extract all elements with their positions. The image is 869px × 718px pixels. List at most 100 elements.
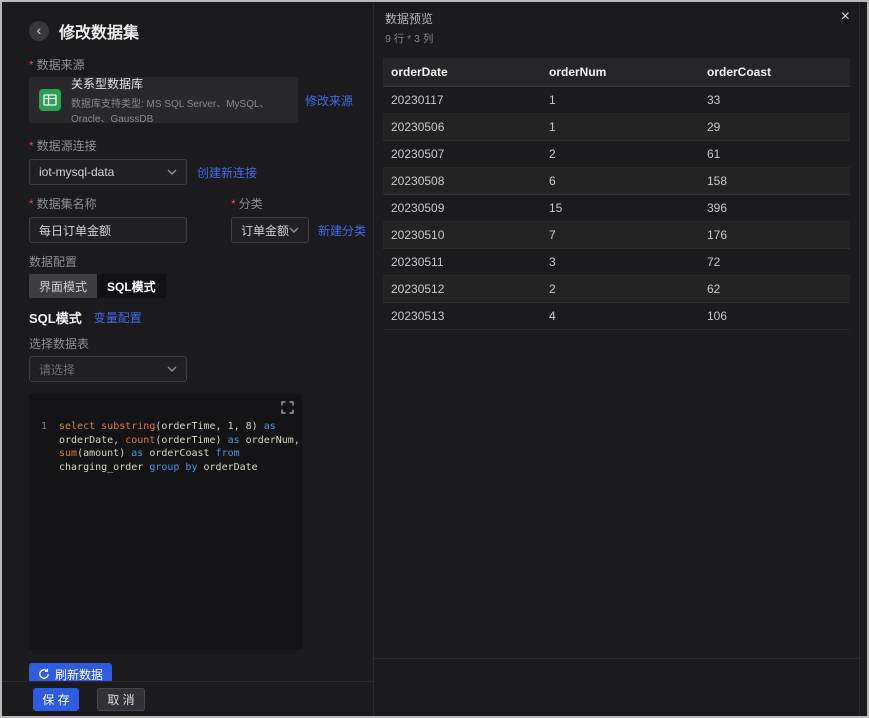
cell-orderNum: 2 (541, 275, 699, 303)
table-row: 20230510 7 176 (383, 221, 850, 249)
cell-orderNum: 4 (541, 302, 699, 330)
name-category-grid: * 数据集名称 * 分类 订单金额 新建 (29, 195, 366, 243)
chevron-down-icon (167, 169, 177, 175)
required-asterisk: * (29, 138, 34, 153)
column-header: orderDate (383, 58, 541, 87)
connection-label: * 数据源连接 (29, 138, 97, 154)
variable-config-link[interactable]: 变量配置 (94, 309, 142, 326)
cell-orderCoast: 176 (699, 221, 850, 249)
connection-select-value: iot-mysql-data (39, 165, 115, 179)
dataset-name-input[interactable] (29, 217, 187, 243)
cell-orderNum: 1 (541, 86, 699, 114)
page-title: 修改数据集 (59, 25, 140, 42)
cell-orderNum: 15 (541, 194, 699, 222)
sql-mode-title: SQL模式 (29, 311, 82, 326)
code-area: 1 select substring(orderTime, 1, 8) as o… (29, 420, 302, 474)
cell-orderCoast: 29 (699, 113, 850, 141)
cell-orderCoast: 72 (699, 248, 850, 276)
table-select-placeholder: 请选择 (39, 362, 76, 377)
source-type-card[interactable]: 关系型数据库 数据库支持类型: MS SQL Server、MySQL、Orac… (29, 77, 298, 125)
cell-orderDate: 20230511 (383, 248, 541, 276)
preview-title: 数据预览 (385, 12, 434, 26)
sql-code[interactable]: select substring(orderTime, 1, 8) as ord… (59, 420, 302, 474)
preview-dimensions: 9 行 * 3 列 (385, 33, 434, 45)
preview-table-area: orderDate orderNum orderCoast 20230117 1 33 2… (374, 48, 859, 659)
cell-orderCoast: 106 (699, 302, 850, 330)
column-header: orderNum (541, 58, 699, 87)
tab-sql-mode[interactable]: SQL模式 (97, 274, 166, 298)
cell-orderCoast: 61 (699, 140, 850, 168)
table-row: 20230507 2 61 (383, 140, 850, 168)
cell-orderCoast: 396 (699, 194, 850, 222)
source-card-title: 关系型数据库 (71, 77, 144, 91)
cell-orderCoast: 62 (699, 275, 850, 303)
fullscreen-icon[interactable] (281, 401, 294, 414)
back-button[interactable]: ‹ (29, 21, 49, 41)
page-header: ‹ 修改数据集 (29, 20, 353, 42)
form-footer: 保 存 取 消 (2, 681, 373, 716)
category-select-value: 订单金额 (241, 223, 290, 238)
cell-orderDate: 20230508 (383, 167, 541, 195)
table-header-row: orderDate orderNum orderCoast (383, 58, 850, 87)
chevron-down-icon (289, 227, 299, 233)
source-card-subtitle: 数据库支持类型: MS SQL Server、MySQL、Oracle、Gaus… (71, 99, 270, 125)
cell-orderDate: 20230506 (383, 113, 541, 141)
data-preview-panel: 数据预览 9 行 * 3 列 × orderDate orderNum orderC… (374, 2, 860, 716)
close-icon[interactable]: × (841, 9, 850, 25)
table-select[interactable]: 请选择 (29, 356, 187, 382)
column-header: orderCoast (699, 58, 850, 87)
cell-orderDate: 20230509 (383, 194, 541, 222)
database-icon (38, 88, 62, 112)
new-category-link[interactable]: 新建分类 (318, 222, 366, 239)
dataset-name-label: * 数据集名称 (29, 196, 97, 212)
table-row: 20230511 3 72 (383, 248, 850, 276)
tab-ui-mode[interactable]: 界面模式 (29, 274, 98, 298)
category-label: * 分类 (231, 196, 263, 212)
connection-row: iot-mysql-data 创建新连接 (29, 159, 353, 185)
dataset-form-panel: ‹ 修改数据集 * 数据来源 关系型数据库 数据库支持类型: MS SQL Se… (2, 2, 374, 716)
category-row: 订单金额 新建分类 (231, 217, 366, 243)
required-asterisk: * (29, 57, 34, 72)
refresh-icon (38, 668, 50, 680)
cell-orderDate: 20230512 (383, 275, 541, 303)
save-button[interactable]: 保 存 (33, 687, 79, 711)
dataset-name-cell (29, 217, 231, 243)
table-row: 20230508 6 158 (383, 167, 850, 195)
modify-dataset-window: ‹ 修改数据集 * 数据来源 关系型数据库 数据库支持类型: MS SQL Se… (0, 0, 869, 718)
required-asterisk: * (231, 196, 236, 211)
table-row: 20230509 15 396 (383, 194, 850, 222)
back-icon: ‹ (36, 22, 42, 38)
category-select[interactable]: 订单金额 (231, 217, 309, 243)
sql-editor[interactable]: 1 select substring(orderTime, 1, 8) as o… (29, 394, 302, 650)
cancel-button[interactable]: 取 消 (97, 687, 145, 711)
sql-mode-row: SQL模式 变量配置 (29, 308, 353, 327)
cell-orderDate: 20230507 (383, 140, 541, 168)
connection-select[interactable]: iot-mysql-data (29, 159, 187, 185)
table-row: 20230513 4 106 (383, 302, 850, 330)
preview-header: 数据预览 9 行 * 3 列 (374, 2, 859, 46)
source-label: * 数据来源 (29, 57, 85, 73)
cell-orderDate: 20230510 (383, 221, 541, 249)
line-number: 1 (40, 421, 48, 432)
required-asterisk: * (29, 196, 34, 211)
source-card-row: 关系型数据库 数据库支持类型: MS SQL Server、MySQL、Orac… (29, 77, 353, 125)
preview-table: orderDate orderNum orderCoast 20230117 1 33 2… (383, 58, 850, 330)
new-connection-link[interactable]: 创建新连接 (197, 164, 257, 181)
cell-orderNum: 2 (541, 140, 699, 168)
table-row: 20230117 1 33 (383, 86, 850, 114)
table-row: 20230506 1 29 (383, 113, 850, 141)
cell-orderNum: 7 (541, 221, 699, 249)
cell-orderNum: 1 (541, 113, 699, 141)
cell-orderDate: 20230117 (383, 86, 541, 114)
table-select-label: 选择数据表 (29, 337, 90, 351)
form-scroll-area: ‹ 修改数据集 * 数据来源 关系型数据库 数据库支持类型: MS SQL Se… (2, 2, 373, 681)
config-label: 数据配置 (29, 255, 78, 269)
chevron-down-icon (167, 366, 177, 372)
cell-orderNum: 6 (541, 167, 699, 195)
table-row: 20230512 2 62 (383, 275, 850, 303)
cell-orderDate: 20230513 (383, 302, 541, 330)
mode-tabs: 界面模式 SQL模式 (29, 274, 166, 298)
refresh-data-button[interactable]: 刷新数据 (29, 663, 113, 681)
modify-source-link[interactable]: 修改来源 (305, 92, 353, 109)
cell-orderCoast: 33 (699, 86, 850, 114)
